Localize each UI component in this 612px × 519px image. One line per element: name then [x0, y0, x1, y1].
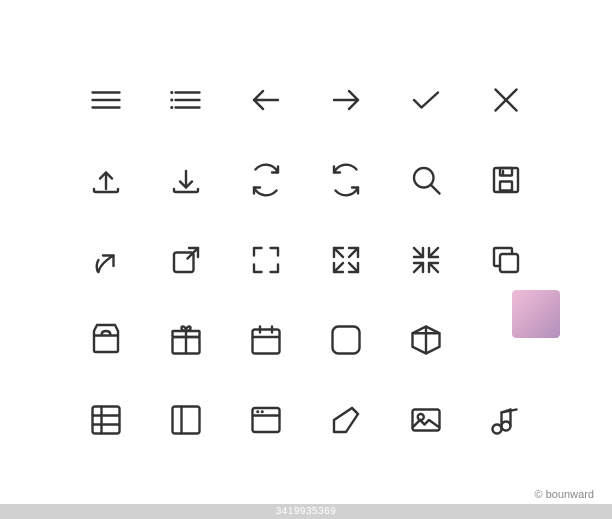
copy-layer-icon: [466, 220, 546, 300]
arrow-left-icon: [226, 60, 306, 140]
arrow-right-icon: [306, 60, 386, 140]
panel-layout-icon: [146, 380, 226, 460]
close-x-icon: [466, 60, 546, 140]
3d-box-icon: [386, 300, 466, 380]
purple-overlay: [512, 290, 560, 338]
edit-pencil-icon: [306, 380, 386, 460]
upload-icon: [66, 140, 146, 220]
shopping-bag-icon: [66, 300, 146, 380]
external-link-icon: [146, 220, 226, 300]
refresh-cw-icon: [226, 140, 306, 220]
compress-icon: [386, 220, 466, 300]
search-icon: [386, 140, 466, 220]
table-grid-icon: [66, 380, 146, 460]
image-photo-icon: [386, 380, 466, 460]
gift-icon: [146, 300, 226, 380]
rounded-square-icon: [306, 300, 386, 380]
calendar-icon: [226, 300, 306, 380]
getty-id: 3419935369: [276, 506, 337, 517]
checkmark-icon: [386, 60, 466, 140]
refresh-ccw-icon: [306, 140, 386, 220]
watermark-label: © bounward: [535, 489, 594, 501]
watermark-text: © bounward: [535, 489, 594, 501]
hamburger-menu-icon: [66, 60, 146, 140]
download-icon: [146, 140, 226, 220]
music-note-icon: [466, 380, 546, 460]
list-menu-icon: [146, 60, 226, 140]
browser-window-icon: [226, 380, 306, 460]
frame-select-icon: [226, 220, 306, 300]
icon-grid: [66, 60, 546, 460]
getty-badge: 3419935369: [0, 504, 612, 519]
expand-icon: [306, 220, 386, 300]
save-floppy-icon: [466, 140, 546, 220]
share-forward-icon: [66, 220, 146, 300]
